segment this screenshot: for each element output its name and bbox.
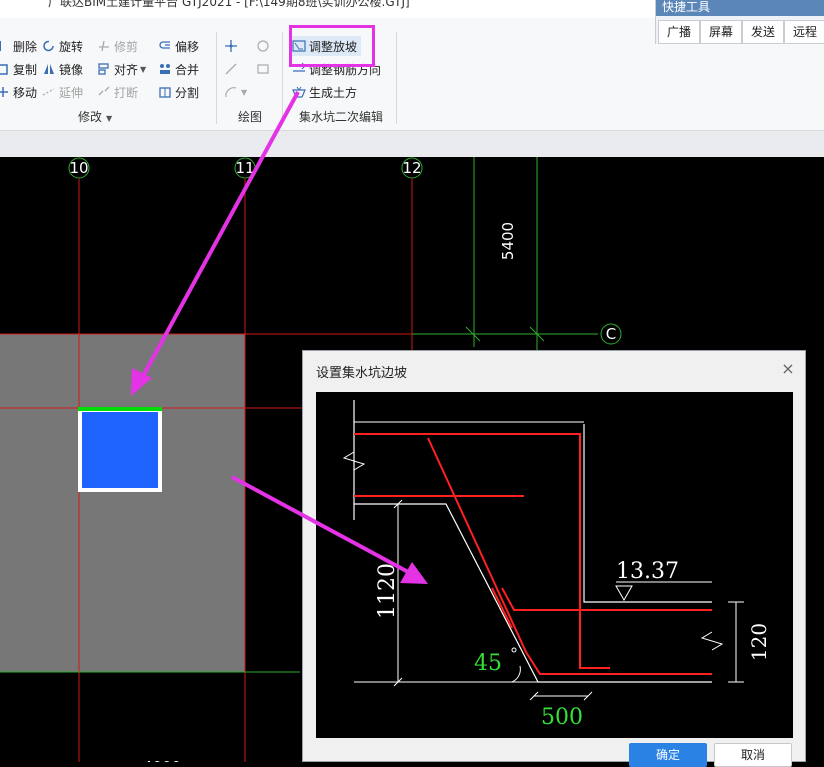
trim-icon (97, 39, 111, 53)
copy-label: 复制 (13, 62, 38, 77)
angle-value: 45 (474, 651, 502, 676)
draw-line-button[interactable] (224, 59, 241, 79)
ok-button[interactable]: 确定 (629, 743, 707, 767)
rotate-button[interactable]: 旋转 (42, 36, 83, 56)
arc-icon (224, 85, 238, 99)
extend-button[interactable]: 延伸 (42, 82, 83, 102)
dimension-text-vertical: 5400 (499, 222, 517, 260)
ribbon-footer-strip (0, 131, 824, 157)
highlight-annotation-box (289, 25, 375, 67)
merge-label: 合并 (175, 62, 200, 77)
break-button[interactable]: 打断 (97, 82, 138, 102)
split-label: 分割 (175, 85, 200, 100)
break-label: 打断 (114, 85, 139, 100)
extend-icon (42, 85, 56, 99)
elevation-value: 13.37 (616, 559, 679, 584)
copy-button[interactable]: 复制 (0, 59, 37, 79)
line-icon (224, 62, 238, 76)
earthwork-label: 生成土方 (309, 85, 358, 100)
circle-icon (256, 39, 270, 53)
move-button[interactable]: 移动 (0, 82, 37, 102)
rectangle-icon (256, 62, 270, 76)
slope-diagram[interactable]: 1120 120 13.37 500 45 (316, 392, 793, 738)
trim-button[interactable]: 修剪 (97, 36, 138, 56)
delete-label: 删除 (13, 39, 38, 54)
draw-group-label: 绘图 (238, 110, 263, 124)
window-title: 广联达BIM土建计量平台 GTJ2021 - [F:\149期8班\实训办公楼.… (48, 0, 410, 9)
axis-label-12: 12 (402, 159, 421, 177)
pit-slope-dialog: 设置集水坑边坡 × 1120 120 13.37 500 45 确定 取消 (302, 350, 806, 767)
mirror-icon (42, 62, 56, 76)
extend-label: 延伸 (59, 85, 84, 100)
offset-button[interactable]: 偏移 (158, 36, 199, 56)
offset-label: 偏移 (175, 39, 200, 54)
split-button[interactable]: 分割 (158, 82, 199, 102)
delete-button[interactable]: 删除 (0, 36, 37, 56)
align-icon (97, 62, 111, 76)
move-label: 移动 (13, 85, 38, 100)
crosshair-icon (224, 39, 238, 53)
width-value: 500 (541, 705, 583, 730)
split-icon (158, 85, 172, 99)
chevron-down-icon: ▼ (106, 114, 113, 123)
align-button[interactable]: 对齐 ▼ (97, 59, 146, 79)
sump-pit[interactable] (82, 412, 158, 488)
generate-earthwork-button[interactable]: 生成土方 (292, 82, 357, 102)
mirror-label: 镜像 (59, 62, 84, 77)
earthwork-icon (292, 85, 306, 99)
axis-label-10: 10 (69, 159, 88, 177)
draw-rect-button[interactable] (256, 59, 273, 79)
send-button[interactable]: 发送 (742, 20, 784, 44)
divider (282, 32, 283, 124)
chevron-down-icon: ▼ (140, 64, 147, 74)
dialog-title: 设置集水坑边坡 (316, 366, 408, 381)
divider (396, 32, 397, 124)
modify-group-label[interactable]: 修改 ▼ (78, 108, 112, 125)
quick-tools-panel: 快捷工具 广播 屏幕 发送 远程 (655, 0, 824, 44)
close-icon[interactable]: × (779, 360, 797, 378)
screen-button[interactable]: 屏幕 (700, 20, 742, 44)
draw-point-button[interactable] (224, 36, 241, 56)
depth-value: 1120 (375, 563, 400, 619)
draw-arc-button[interactable]: ▼ (224, 82, 247, 102)
slab-region[interactable] (0, 334, 245, 672)
cancel-button[interactable]: 取消 (714, 743, 792, 767)
broadcast-button[interactable]: 广播 (658, 20, 700, 44)
delete-icon (0, 39, 10, 53)
break-icon (97, 85, 111, 99)
thickness-value: 120 (747, 623, 771, 661)
merge-icon (158, 62, 172, 76)
align-label: 对齐 (114, 62, 139, 77)
mirror-button[interactable]: 镜像 (42, 59, 83, 79)
remote-button[interactable]: 远程 (784, 20, 824, 44)
dimension-text-bottom: 4000 (143, 758, 181, 762)
copy-icon (0, 62, 10, 76)
offset-icon (158, 39, 172, 53)
move-icon (0, 85, 10, 99)
draw-circle-button[interactable] (256, 36, 273, 56)
quick-tools-title: 快捷工具 (656, 0, 824, 16)
chevron-down-icon: ▼ (241, 87, 248, 97)
trim-label: 修剪 (114, 39, 139, 54)
axis-label-11: 11 (235, 159, 254, 177)
merge-button[interactable]: 合并 (158, 59, 199, 79)
axis-label-c: C (606, 325, 616, 343)
rotate-label: 旋转 (59, 39, 84, 54)
divider (216, 32, 217, 124)
pit-group-label: 集水坑二次编辑 (299, 110, 384, 124)
rotate-icon (42, 39, 56, 53)
